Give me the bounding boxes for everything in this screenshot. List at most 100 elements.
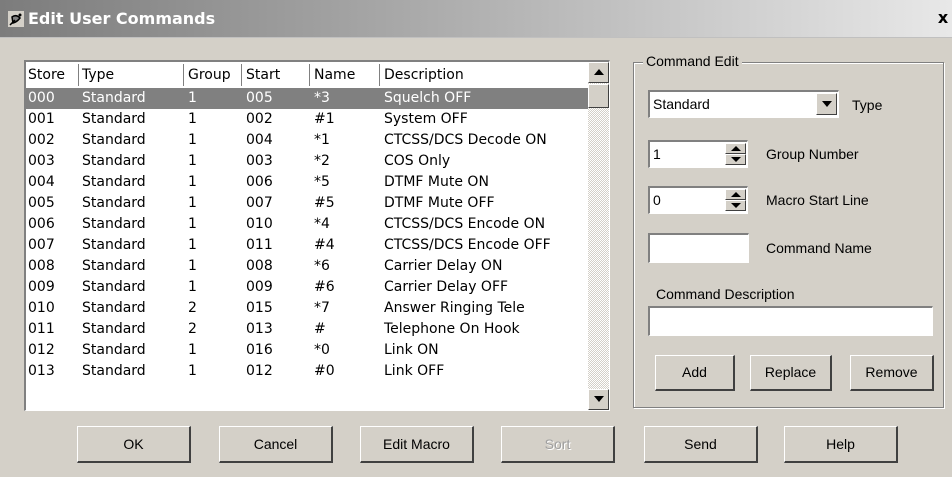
cell-start: 009 [246,279,273,295]
cell-type: Standard [82,363,146,379]
cell-type: Standard [82,300,146,316]
cell-type: Standard [82,132,146,148]
cell-start: 003 [246,153,273,169]
commands-list[interactable]: Store Type Group Start Name Description … [24,60,610,411]
cell-start: 016 [246,342,273,358]
column-separator[interactable] [379,64,380,86]
header-store[interactable]: Store [28,67,65,83]
table-row[interactable]: 004 Standard 1 006 *5 DTMF Mute ON [26,172,588,193]
replace-button[interactable]: Replace [750,355,832,391]
macro-start-up-button[interactable] [725,189,746,200]
ok-button[interactable]: OK [77,426,191,463]
table-row[interactable]: 001 Standard 1 002 #1 System OFF [26,109,588,130]
cell-description: Squelch OFF [384,90,472,106]
header-group[interactable]: Group [188,67,231,83]
cell-type: Standard [82,342,146,358]
cell-type: Standard [82,153,146,169]
table-row[interactable]: 003 Standard 1 003 *2 COS Only [26,151,588,172]
table-row[interactable]: 012 Standard 1 016 *0 Link ON [26,340,588,361]
group-number-up-button[interactable] [725,143,746,154]
cell-group: 1 [188,153,197,169]
header-description[interactable]: Description [384,67,464,83]
macro-start-down-button[interactable] [725,200,746,211]
cell-start: 015 [246,300,273,316]
cell-store: 000 [28,90,55,106]
table-row[interactable]: 010 Standard 2 015 *7 Answer Ringing Tele [26,298,588,319]
table-row[interactable]: 008 Standard 1 008 *6 Carrier Delay ON [26,256,588,277]
help-button[interactable]: Help [784,426,898,463]
scroll-thumb[interactable] [588,84,609,108]
cell-group: 1 [188,132,197,148]
command-description-input[interactable] [648,306,933,336]
header-type[interactable]: Type [82,67,114,83]
cell-store: 001 [28,111,55,127]
cell-name: #6 [314,279,335,295]
cell-store: 013 [28,363,55,379]
macro-start-label: Macro Start Line [766,192,869,208]
table-row[interactable]: 011 Standard 2 013 # Telephone On Hook [26,319,588,340]
cell-store: 006 [28,216,55,232]
table-row[interactable]: 002 Standard 1 004 *1 CTCSS/DCS Decode ON [26,130,588,151]
table-row[interactable]: 013 Standard 1 012 #0 Link OFF [26,361,588,382]
cancel-button-label: Cancel [253,436,298,452]
cell-group: 1 [188,279,197,295]
chevron-down-icon [822,101,832,107]
add-button[interactable]: Add [655,355,735,391]
cell-start: 013 [246,321,273,337]
column-separator[interactable] [309,64,310,86]
table-row[interactable]: 006 Standard 1 010 *4 CTCSS/DCS Encode ON [26,214,588,235]
table-row[interactable]: 005 Standard 1 007 #5 DTMF Mute OFF [26,193,588,214]
sort-button-label: Sort [544,436,571,452]
header-start[interactable]: Start [246,67,280,83]
close-button[interactable]: x [934,8,952,28]
group-number-label: Group Number [766,146,859,162]
cell-start: 008 [246,258,273,274]
cell-type: Standard [82,279,146,295]
scroll-down-button[interactable] [588,389,609,410]
cell-name: #1 [314,111,335,127]
cell-start: 012 [246,363,273,379]
help-button-label: Help [826,436,855,452]
column-separator[interactable] [241,64,242,86]
ok-button-label: OK [123,436,144,452]
send-button[interactable]: Send [644,426,758,463]
header-name[interactable]: Name [314,67,355,83]
cell-description: Telephone On Hook [384,321,520,337]
group-number-spinner[interactable]: 1 [648,140,748,168]
type-value: Standard [653,96,710,112]
triangle-down-icon [731,203,741,208]
table-row[interactable]: 007 Standard 1 011 #4 CTCSS/DCS Encode OFF [26,235,588,256]
cell-type: Standard [82,111,146,127]
table-row[interactable]: 000 Standard 1 005 *3 Squelch OFF [26,88,588,109]
cell-name: # [314,321,326,337]
remove-button[interactable]: Remove [850,355,934,391]
list-header: Store Type Group Start Name Description [26,62,588,88]
edit-macro-button[interactable]: Edit Macro [360,426,474,463]
command-description-label: Command Description [656,286,795,302]
cell-store: 003 [28,153,55,169]
column-separator[interactable] [183,64,184,86]
cell-group: 1 [188,258,197,274]
sort-button[interactable]: Sort [501,426,615,463]
cell-description: System OFF [384,111,468,127]
triangle-down-icon [731,157,741,162]
macro-start-spinner[interactable]: 0 [648,186,748,214]
title-bar: Edit User Commands x [0,0,952,38]
table-row[interactable]: 009 Standard 1 009 #6 Carrier Delay OFF [26,277,588,298]
group-number-down-button[interactable] [725,154,746,165]
cell-description: CTCSS/DCS Encode OFF [384,237,551,253]
command-name-label: Command Name [766,240,872,256]
cell-start: 010 [246,216,273,232]
command-name-input[interactable] [648,233,749,263]
type-dropdown-button[interactable] [816,93,837,115]
type-combobox[interactable]: Standard [648,90,839,118]
cancel-button[interactable]: Cancel [219,426,333,463]
window-title: Edit User Commands [28,9,216,28]
cell-group: 1 [188,363,197,379]
column-separator[interactable] [78,64,79,86]
list-scrollbar[interactable] [588,62,609,410]
scroll-up-button[interactable] [588,62,609,83]
macro-start-value: 0 [653,192,661,208]
cell-description: COS Only [384,153,451,169]
triangle-up-icon [594,69,604,75]
